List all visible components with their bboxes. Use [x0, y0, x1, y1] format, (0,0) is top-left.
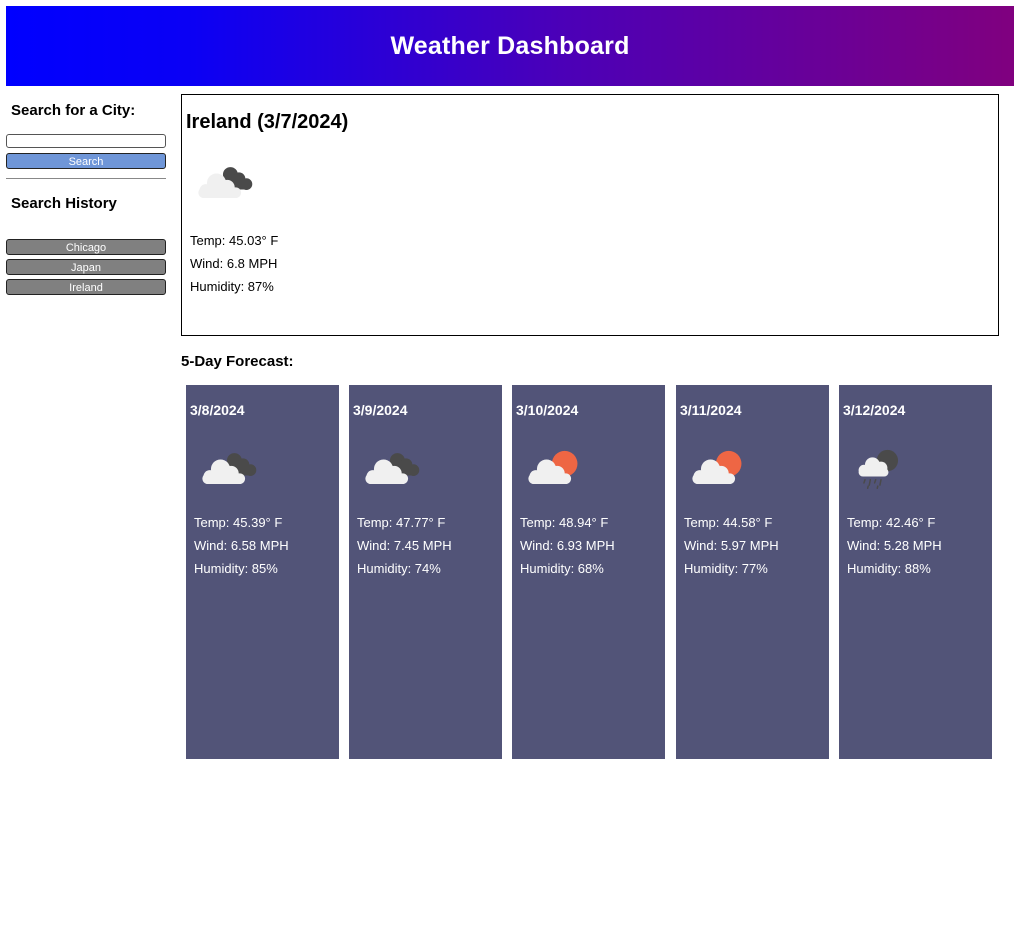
forecast-humidity: Humidity: 68%	[520, 561, 604, 576]
current-wind: Wind: 6.8 MPH	[190, 256, 278, 271]
forecast-wind: Wind: 6.93 MPH	[520, 538, 615, 553]
cloud-icon	[359, 441, 423, 495]
city-search-input[interactable]	[6, 134, 166, 148]
forecast-temp: Temp: 47.77° F	[357, 515, 446, 530]
forecast-date: 3/12/2024	[843, 402, 906, 418]
forecast-humidity: Humidity: 88%	[847, 561, 931, 576]
sidebar-divider	[6, 178, 166, 179]
forecast-card: 3/9/2024 Temp: 47.77° F Wind: 7.45 MPH H…	[349, 385, 502, 759]
forecast-wind: Wind: 5.97 MPH	[684, 538, 779, 553]
partly-cloudy-icon	[522, 441, 586, 495]
search-heading: Search for a City:	[11, 102, 136, 119]
forecast-wind: Wind: 7.45 MPH	[357, 538, 452, 553]
forecast-wind: Wind: 6.58 MPH	[194, 538, 289, 553]
forecast-card: 3/12/2024 Temp: 42.46° F Wind: 5.28 MPH …	[839, 385, 992, 759]
forecast-temp: Temp: 45.39° F	[194, 515, 283, 530]
forecast-temp: Temp: 42.46° F	[847, 515, 936, 530]
cloud-icon	[196, 441, 260, 495]
forecast-heading: 5-Day Forecast:	[181, 353, 294, 370]
search-button[interactable]: Search	[6, 153, 166, 169]
partly-cloudy-icon	[686, 441, 750, 495]
search-history-heading: Search History	[11, 195, 117, 212]
forecast-humidity: Humidity: 85%	[194, 561, 278, 576]
forecast-card: 3/10/2024 Temp: 48.94° F Wind: 6.93 MPH …	[512, 385, 665, 759]
forecast-wind: Wind: 5.28 MPH	[847, 538, 942, 553]
cloud-icon	[192, 155, 256, 209]
forecast-temp: Temp: 48.94° F	[520, 515, 609, 530]
forecast-humidity: Humidity: 74%	[357, 561, 441, 576]
forecast-card: 3/8/2024 Temp: 45.39° F Wind: 6.58 MPH H…	[186, 385, 339, 759]
current-city-title: Ireland (3/7/2024)	[186, 111, 349, 133]
page-title: Weather Dashboard	[390, 31, 630, 60]
page-header: Weather Dashboard	[6, 6, 1014, 86]
rain-icon	[849, 441, 913, 495]
current-humidity: Humidity: 87%	[190, 279, 274, 294]
forecast-date: 3/11/2024	[680, 402, 742, 418]
history-button-chicago[interactable]: Chicago	[6, 239, 166, 255]
forecast-date: 3/10/2024	[516, 402, 579, 418]
current-temp: Temp: 45.03° F	[190, 233, 279, 248]
forecast-date: 3/9/2024	[353, 402, 408, 418]
history-button-japan[interactable]: Japan	[6, 259, 166, 275]
forecast-humidity: Humidity: 77%	[684, 561, 768, 576]
forecast-temp: Temp: 44.58° F	[684, 515, 773, 530]
forecast-date: 3/8/2024	[190, 402, 245, 418]
current-weather-panel: Ireland (3/7/2024) Temp: 45.03° F Wind: …	[181, 94, 999, 336]
history-button-ireland[interactable]: Ireland	[6, 279, 166, 295]
forecast-card: 3/11/2024 Temp: 44.58° F Wind: 5.97 MPH …	[676, 385, 829, 759]
